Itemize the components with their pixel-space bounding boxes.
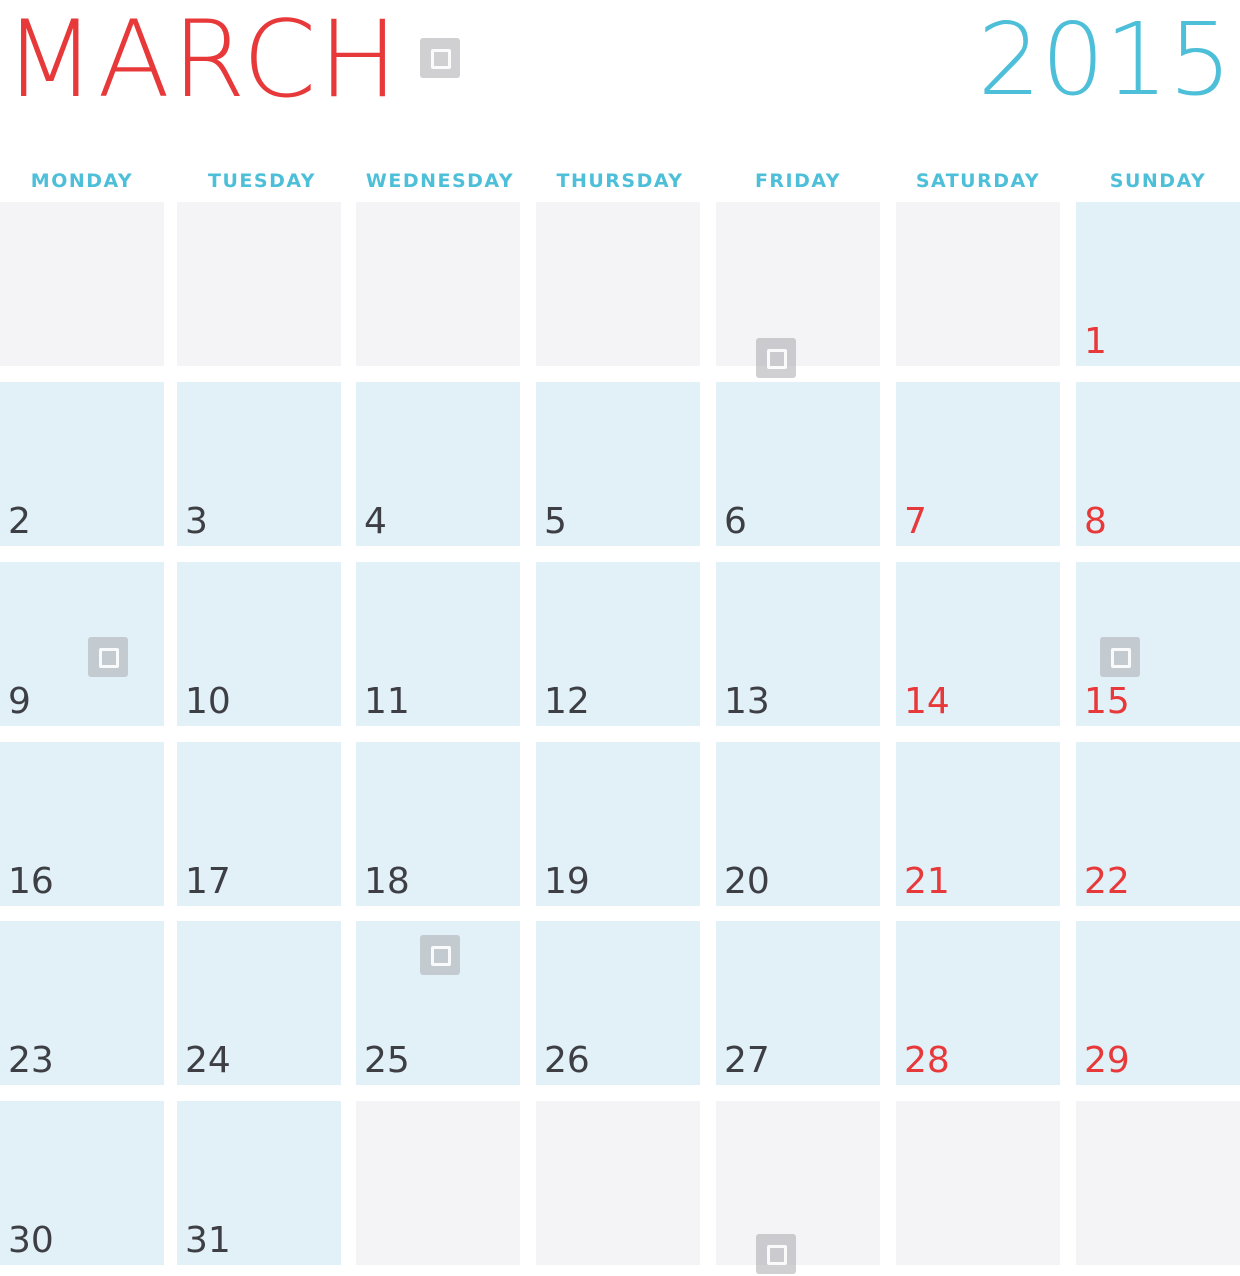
day-cell: 8	[1076, 382, 1240, 546]
empty-day-cell	[0, 202, 164, 366]
day-cell: 7	[896, 382, 1060, 546]
empty-day-cell	[536, 202, 700, 366]
watermark-icon	[88, 637, 128, 677]
weekday-saturday: SATURDAY	[915, 170, 1041, 192]
day-cell: 23	[0, 921, 164, 1085]
day-number: 12	[544, 681, 590, 722]
day-number: 16	[8, 861, 54, 902]
day-number: 23	[8, 1040, 54, 1081]
weekday-header-row: MONDAY TUESDAY WEDNESDAY THURSDAY FRIDAY…	[0, 164, 1240, 198]
year-title: 2015	[977, 1, 1233, 118]
day-number: 24	[185, 1040, 231, 1081]
day-number: 19	[544, 861, 590, 902]
day-cell: 21	[896, 742, 1060, 906]
empty-day-cell	[177, 202, 341, 366]
day-number: 25	[364, 1040, 410, 1081]
month-title: MARCH	[4, 0, 401, 121]
day-cell: 22	[1076, 742, 1240, 906]
weekday-wednesday: WEDNESDAY	[365, 170, 515, 192]
day-number: 30	[8, 1220, 54, 1261]
day-number: 29	[1084, 1040, 1130, 1081]
day-cell: 16	[0, 742, 164, 906]
day-number: 11	[364, 681, 410, 722]
day-number: 10	[185, 681, 231, 722]
day-cell: 31	[177, 1101, 341, 1265]
empty-day-cell	[896, 202, 1060, 366]
day-cell: 10	[177, 562, 341, 726]
day-number: 13	[724, 681, 770, 722]
day-number: 3	[185, 501, 208, 542]
day-number: 4	[364, 501, 387, 542]
day-cell: 19	[536, 742, 700, 906]
weekday-thursday: THURSDAY	[556, 170, 684, 192]
day-number: 21	[904, 861, 950, 902]
watermark-icon	[420, 38, 460, 78]
day-number: 9	[8, 681, 31, 722]
empty-day-cell	[716, 202, 880, 366]
day-cell: 3	[177, 382, 341, 546]
watermark-icon	[756, 338, 796, 378]
day-number: 2	[8, 501, 31, 542]
day-number: 17	[185, 861, 231, 902]
day-cell: 18	[356, 742, 520, 906]
day-number: 7	[904, 501, 927, 542]
empty-day-cell	[1076, 1101, 1240, 1265]
calendar-grid: 1 2 3 4 5 6 7 8 9 10 11 12 13 14 15 16 17 18 19 20 21 22 23 24 2…	[0, 202, 1240, 1276]
empty-day-cell	[896, 1101, 1060, 1265]
day-cell: 11	[356, 562, 520, 726]
day-number: 28	[904, 1040, 950, 1081]
day-cell: 9	[0, 562, 164, 726]
day-cell: 2	[0, 382, 164, 546]
day-number: 1	[1084, 321, 1107, 362]
empty-day-cell	[536, 1101, 700, 1265]
day-cell: 6	[716, 382, 880, 546]
day-cell: 5	[536, 382, 700, 546]
day-number: 6	[724, 501, 747, 542]
day-cell: 28	[896, 921, 1060, 1085]
day-number: 20	[724, 861, 770, 902]
weekday-tuesday: TUESDAY	[208, 170, 316, 192]
day-number: 27	[724, 1040, 770, 1081]
weekday-sunday: SUNDAY	[1109, 170, 1207, 192]
day-number: 8	[1084, 501, 1107, 542]
day-cell: 14	[896, 562, 1060, 726]
day-cell: 26	[536, 921, 700, 1085]
day-cell: 30	[0, 1101, 164, 1265]
empty-day-cell	[356, 1101, 520, 1265]
watermark-icon	[420, 935, 460, 975]
day-cell: 12	[536, 562, 700, 726]
empty-day-cell	[356, 202, 520, 366]
day-number: 18	[364, 861, 410, 902]
day-cell: 27	[716, 921, 880, 1085]
day-cell: 29	[1076, 921, 1240, 1085]
day-cell: 17	[177, 742, 341, 906]
day-cell: 13	[716, 562, 880, 726]
empty-day-cell	[716, 1101, 880, 1265]
day-number: 22	[1084, 861, 1130, 902]
day-number: 14	[904, 681, 950, 722]
weekday-friday: FRIDAY	[754, 170, 842, 192]
watermark-icon	[1100, 637, 1140, 677]
day-number: 26	[544, 1040, 590, 1081]
day-number: 31	[185, 1220, 231, 1261]
watermark-icon	[756, 1234, 796, 1274]
day-number: 15	[1084, 681, 1130, 722]
day-number: 5	[544, 501, 567, 542]
day-cell: 4	[356, 382, 520, 546]
day-cell: 24	[177, 921, 341, 1085]
day-cell: 20	[716, 742, 880, 906]
weekday-monday: MONDAY	[30, 170, 134, 192]
day-cell: 1	[1076, 202, 1240, 366]
